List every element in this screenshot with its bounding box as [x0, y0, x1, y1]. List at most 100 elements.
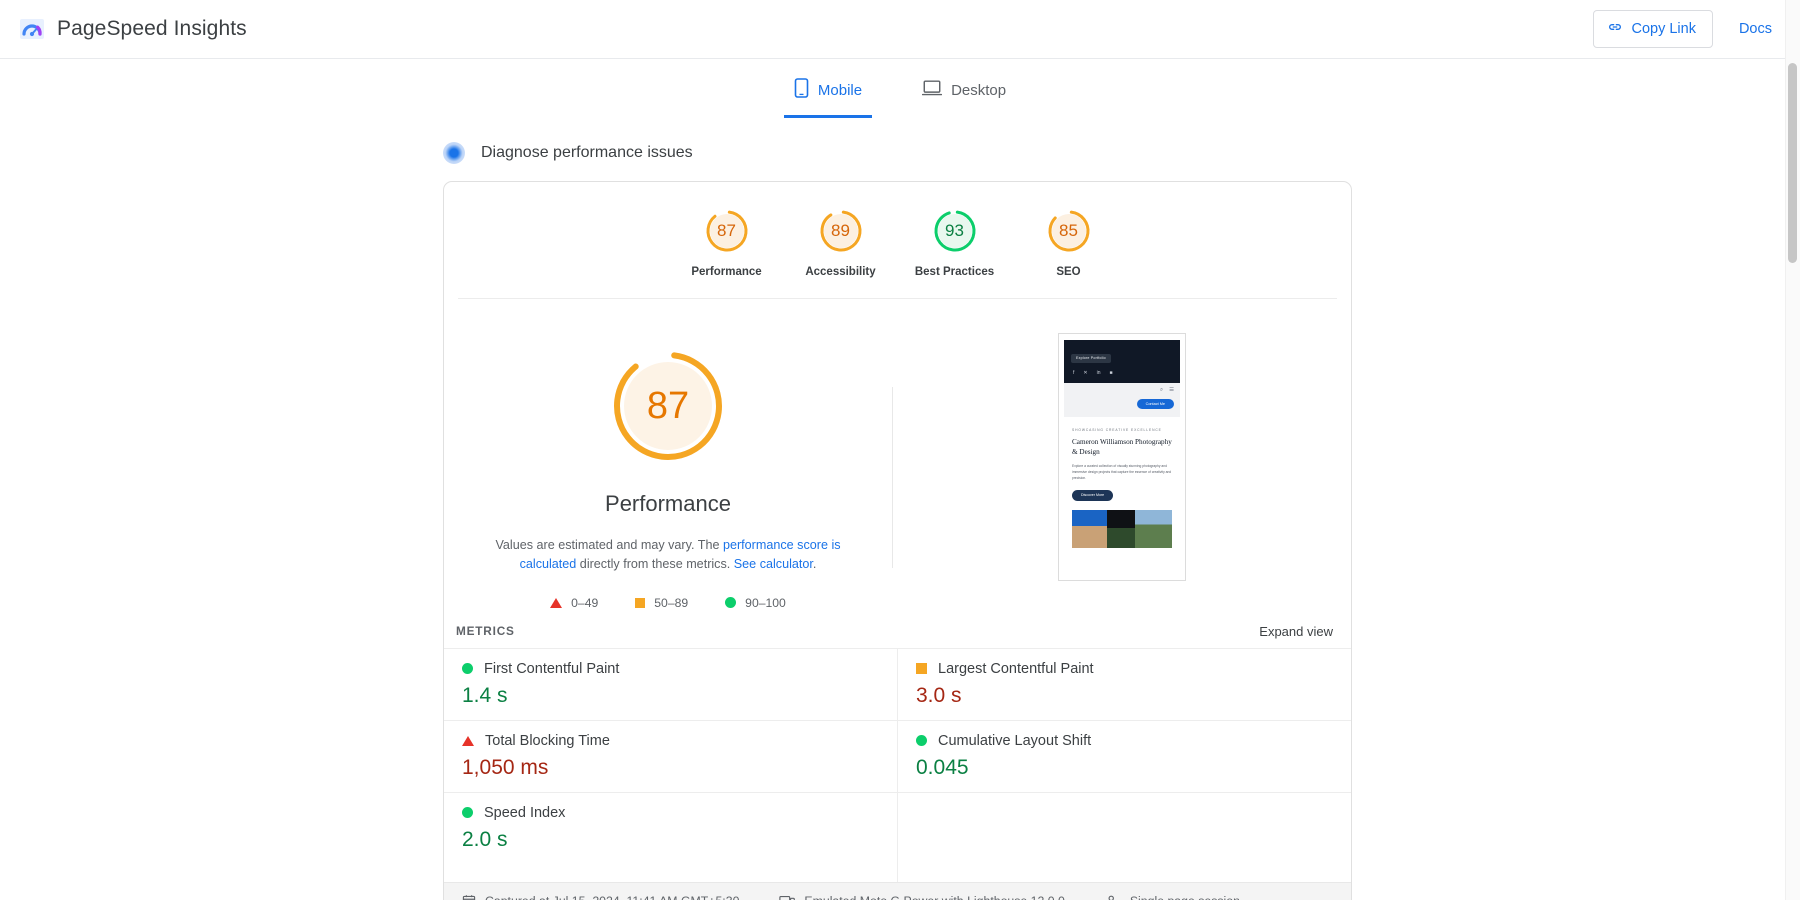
gauge-label-performance: Performance — [691, 266, 761, 278]
status-triangle-icon — [462, 736, 474, 746]
gauge-ring-best-practices: 93 — [932, 208, 978, 254]
report-card: 87 Performance 89 Accessibility — [443, 181, 1352, 900]
gauge-ring-performance: 87 — [704, 208, 750, 254]
mobile-phone-icon — [794, 78, 809, 102]
docs-link[interactable]: Docs — [1733, 17, 1778, 41]
metrics-header: METRICS Expand view — [444, 618, 1351, 648]
copy-link-label: Copy Link — [1631, 21, 1695, 37]
preview-image-1 — [1072, 510, 1107, 548]
brand: PageSpeed Insights — [18, 15, 247, 43]
tab-mobile[interactable]: Mobile — [784, 72, 872, 118]
tab-desktop[interactable]: Desktop — [912, 72, 1016, 118]
expand-view-button[interactable]: Expand view — [1259, 624, 1333, 639]
metric-header: Cumulative Layout Shift — [916, 733, 1351, 749]
facebook-icon: f — [1073, 370, 1074, 376]
status-circle-icon — [462, 663, 473, 674]
page-scrollbar-thumb[interactable] — [1788, 63, 1797, 263]
session-type-text: Single page session — [1130, 894, 1240, 900]
single-user-icon — [1105, 894, 1121, 900]
main-score-panel: 87 Performance Values are estimated and … — [444, 325, 892, 610]
gauge-label-best-practices: Best Practices — [915, 266, 994, 278]
tab-mobile-label: Mobile — [818, 82, 862, 99]
emulated-device-info[interactable]: Emulated Moto G Power with Lighthouse 12… — [779, 894, 1064, 900]
preview-contact-button: Contact Me — [1137, 399, 1174, 409]
preview-hero: SHOWCASING CREATIVE EXCELLENCE Cameron W… — [1064, 417, 1180, 574]
preview-discover-button: Discover More — [1072, 490, 1113, 501]
preview-heading: Cameron Williamson Photography & Design — [1072, 438, 1172, 457]
main-score-area: 87 Performance Values are estimated and … — [444, 299, 1351, 618]
gauge-value-best-practices: 93 — [932, 208, 978, 254]
metric-value: 1,050 ms — [462, 756, 897, 780]
header-actions: Copy Link Docs — [1593, 10, 1778, 48]
menu-icon: ☰ — [1169, 387, 1174, 394]
score-description: Values are estimated and may vary. The p… — [482, 536, 854, 574]
captured-at-text: Captured at Jul 15, 2024, 11:41 AM GMT+5… — [485, 894, 739, 900]
metric-name: First Contentful Paint — [484, 661, 619, 677]
status-circle-icon — [462, 807, 473, 818]
metric-first-contentful-paint[interactable]: First Contentful Paint 1.4 s — [444, 648, 897, 720]
legend-range-poor: 0–49 — [571, 596, 598, 610]
copy-link-button[interactable]: Copy Link — [1593, 10, 1712, 48]
gauge-value-seo: 85 — [1046, 208, 1092, 254]
pagespeed-logo-icon — [18, 15, 46, 43]
preview-navbar: Explore Portfolio f ✕ in ■ — [1064, 340, 1180, 383]
square-icon — [635, 598, 645, 608]
metric-value: 1.4 s — [462, 684, 897, 708]
desc-text-1: Values are estimated and may vary. The — [495, 538, 723, 552]
legend-range-average: 50–89 — [654, 596, 688, 610]
preview-image-2 — [1107, 510, 1135, 548]
desc-text-3: . — [813, 557, 817, 571]
metric-name: Cumulative Layout Shift — [938, 733, 1091, 749]
diagnose-label: Diagnose performance issues — [481, 144, 693, 162]
gauge-ring-accessibility: 89 — [818, 208, 864, 254]
metric-cumulative-layout-shift[interactable]: Cumulative Layout Shift 0.045 — [898, 720, 1351, 792]
preview-logo: Explore Portfolio — [1071, 354, 1111, 363]
gauge-ring-seo: 85 — [1046, 208, 1092, 254]
session-type-info: Single page session — [1105, 894, 1240, 900]
link-icon — [1607, 19, 1623, 39]
see-calculator-link[interactable]: See calculator — [734, 557, 813, 571]
page-body: Diagnose performance issues 87 Performan… — [0, 142, 1800, 900]
gauge-value-performance: 87 — [704, 208, 750, 254]
diagnose-performance-issues: Diagnose performance issues — [443, 142, 1800, 164]
metric-total-blocking-time[interactable]: Total Blocking Time 1,050 ms — [444, 720, 897, 792]
metrics-title: METRICS — [456, 624, 515, 638]
app-title: PageSpeed Insights — [57, 17, 247, 41]
preview-paragraph: Explore a curated collection of visually… — [1072, 464, 1172, 481]
score-legend: 0–49 50–89 90–100 — [550, 596, 786, 610]
preview-header-icons: ⌕ ☰ — [1070, 387, 1174, 394]
metric-value: 3.0 s — [916, 684, 1351, 708]
devices-icon — [779, 894, 795, 900]
gauge-label-accessibility: Accessibility — [805, 266, 875, 278]
category-score-best-practices[interactable]: 93 Best Practices — [898, 208, 1012, 278]
category-scores: 87 Performance 89 Accessibility — [458, 182, 1337, 299]
metric-value: 0.045 — [916, 756, 1351, 780]
metric-header: First Contentful Paint — [462, 661, 897, 677]
category-score-performance[interactable]: 87 Performance — [670, 208, 784, 278]
legend-item-good: 90–100 — [725, 596, 786, 610]
tab-desktop-label: Desktop — [951, 82, 1006, 99]
legend-item-average: 50–89 — [635, 596, 688, 610]
main-score-value: 87 — [609, 347, 727, 465]
preview-social-icons: f ✕ in ■ — [1071, 370, 1173, 376]
search-icon: ⌕ — [1160, 387, 1163, 394]
page-scrollbar-track[interactable] — [1785, 0, 1800, 900]
status-square-icon — [916, 663, 927, 674]
gauge-label-seo: SEO — [1056, 266, 1080, 278]
metric-largest-contentful-paint[interactable]: Largest Contentful Paint 3.0 s — [898, 648, 1351, 720]
metric-name: Total Blocking Time — [485, 733, 610, 749]
blue-dot-icon — [443, 142, 465, 164]
metric-header: Largest Contentful Paint — [916, 661, 1351, 677]
report-footer: Captured at Jul 15, 2024, 11:41 AM GMT+5… — [444, 882, 1351, 900]
metric-header: Total Blocking Time — [462, 733, 897, 749]
preview-image-3 — [1135, 510, 1172, 548]
category-score-seo[interactable]: 85 SEO — [1012, 208, 1126, 278]
captured-at-info: Captured at Jul 15, 2024, 11:41 AM GMT+5… — [462, 894, 739, 900]
category-score-accessibility[interactable]: 89 Accessibility — [784, 208, 898, 278]
main-score-gauge: 87 — [609, 347, 727, 465]
metrics-column-right: Largest Contentful Paint 3.0 s Cumulativ… — [898, 648, 1351, 882]
metric-speed-index[interactable]: Speed Index 2.0 s — [444, 792, 897, 864]
metric-name: Speed Index — [484, 805, 565, 821]
preview-eyebrow: SHOWCASING CREATIVE EXCELLENCE — [1072, 428, 1172, 432]
app-header: PageSpeed Insights Copy Link Docs — [0, 0, 1800, 59]
